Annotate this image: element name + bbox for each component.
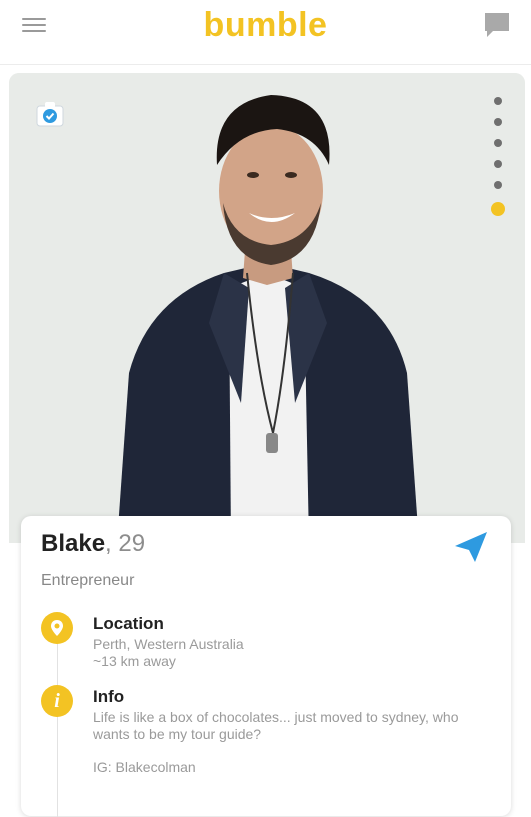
name-age: Blake, 29 <box>41 530 145 558</box>
location-title: Location <box>93 614 164 633</box>
verified-camera-icon[interactable] <box>36 101 64 127</box>
profile-job: Entrepreneur <box>41 572 135 589</box>
photo-pager <box>491 97 505 229</box>
location-distance: ~13 km away <box>93 653 176 669</box>
info-instagram: IG: Blakecolman <box>93 759 196 775</box>
chat-bubble-icon[interactable] <box>483 11 511 39</box>
info-bio: Life is like a box of chocolates... just… <box>93 709 459 742</box>
top-bar: bumble <box>0 0 531 65</box>
location-city: Perth, Western Australia <box>93 636 244 652</box>
pager-dot[interactable] <box>494 181 502 189</box>
location-pin-icon <box>41 612 73 644</box>
pager-dot[interactable] <box>494 139 502 147</box>
profile-name: Blake <box>41 530 106 557</box>
paper-plane-icon[interactable] <box>453 530 489 564</box>
app-logo: bumble <box>203 6 328 44</box>
profile-photo[interactable] <box>9 73 525 543</box>
pager-dot[interactable] <box>494 97 502 105</box>
pager-dot-active[interactable] <box>491 202 505 216</box>
profile-age: , 29 <box>105 530 146 557</box>
info-title: Info <box>93 687 125 706</box>
timeline-divider <box>57 637 58 817</box>
profile-photo-image <box>9 73 525 543</box>
pager-dot[interactable] <box>494 118 502 126</box>
profile-info-card: Blake, 29 Entrepreneur Location Perth, W… <box>21 516 511 817</box>
info-icon: i <box>41 685 73 717</box>
pager-dot[interactable] <box>494 160 502 168</box>
